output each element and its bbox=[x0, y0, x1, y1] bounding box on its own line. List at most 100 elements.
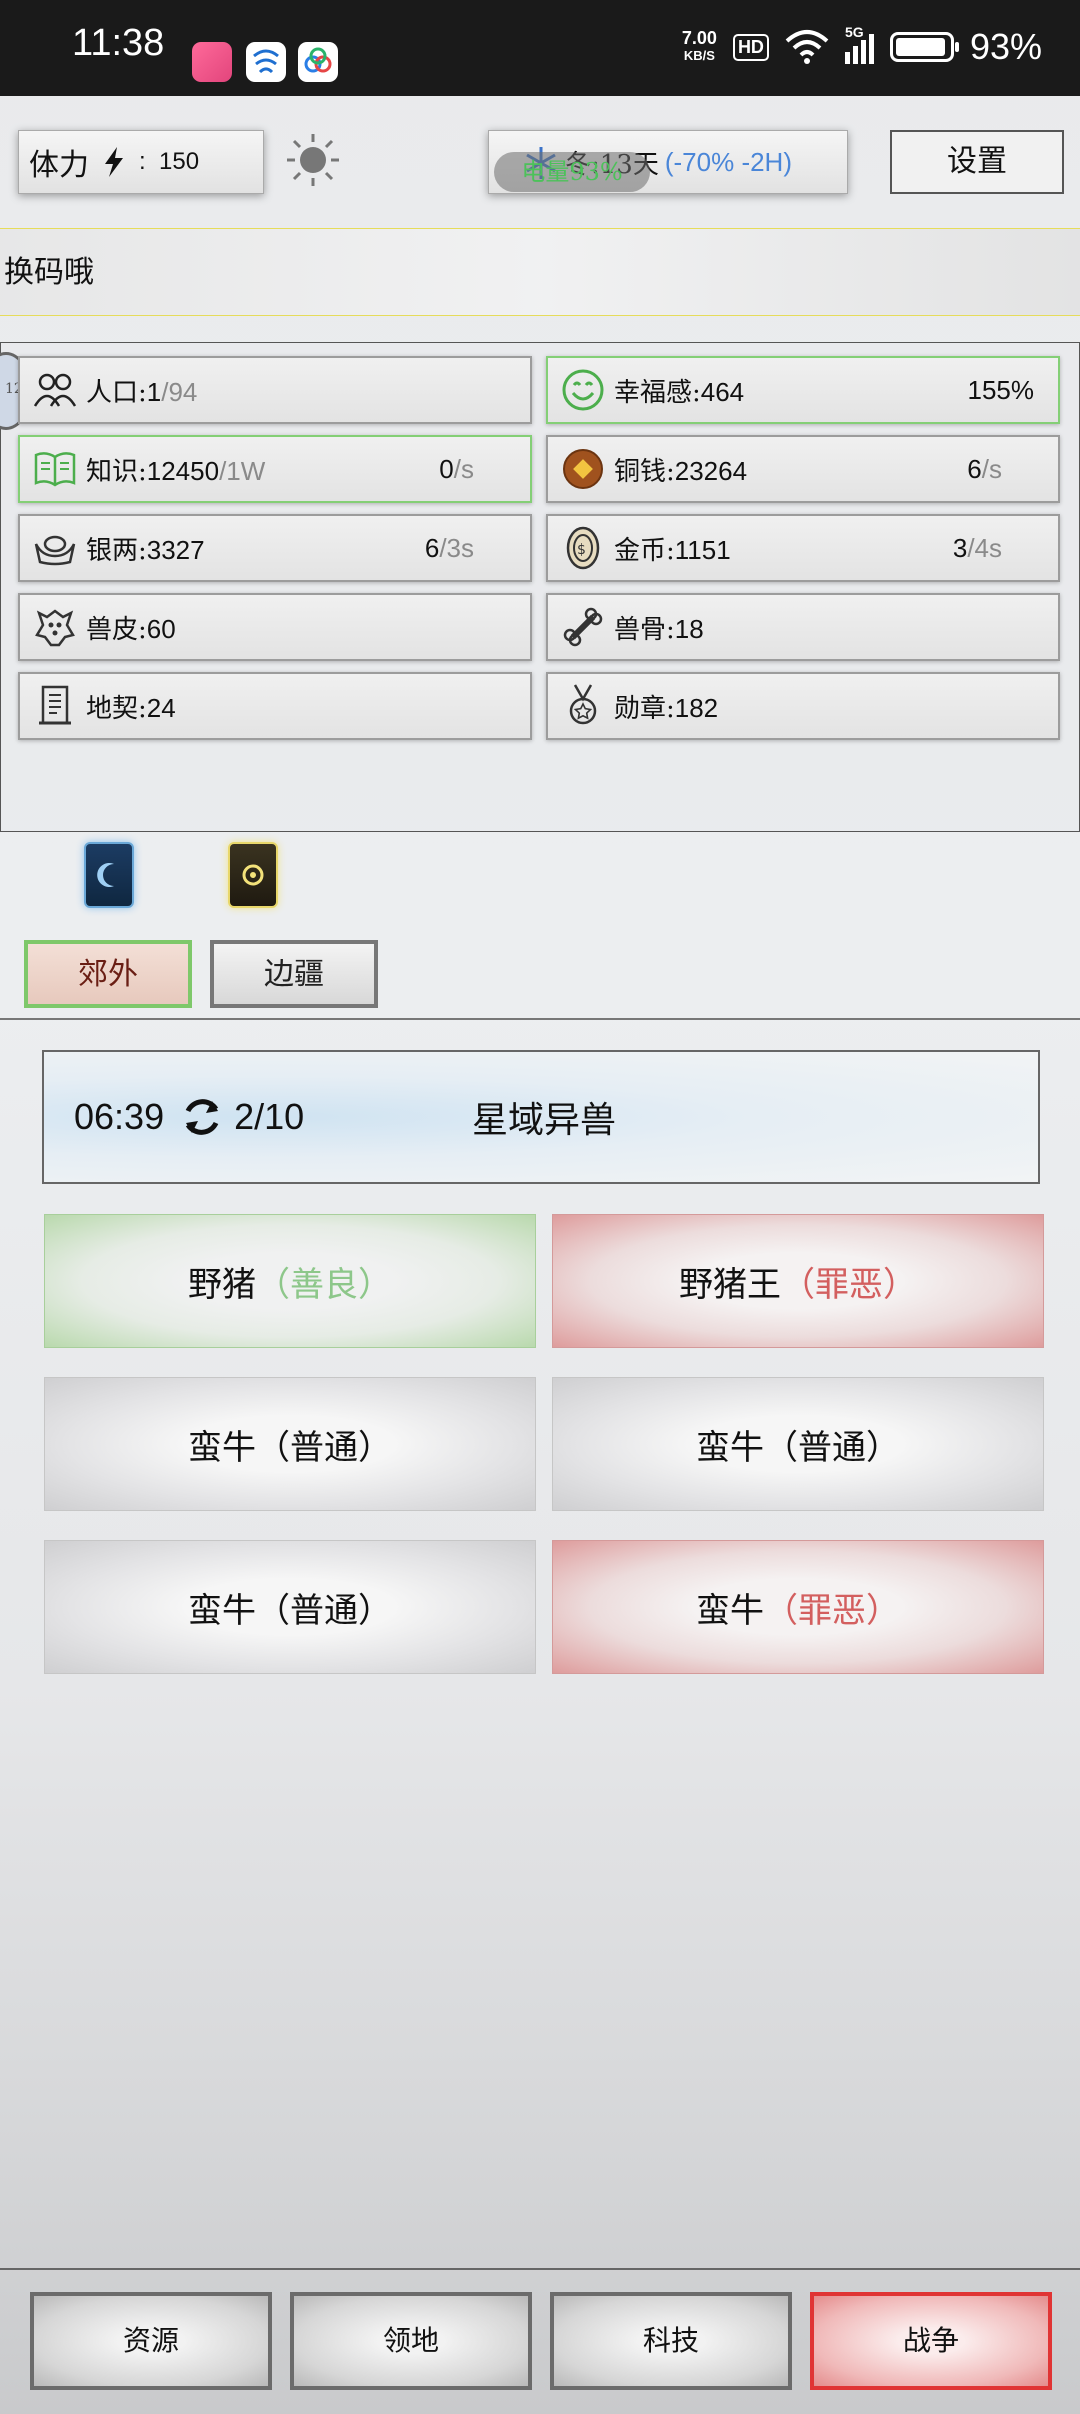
battery-percent: 93% bbox=[969, 26, 1042, 67]
moon-card-icon[interactable] bbox=[84, 842, 134, 908]
beast-name: 蛮牛 bbox=[696, 1590, 764, 1631]
stamina-box: 体力 : 150 bbox=[18, 130, 264, 194]
sun-weather-icon bbox=[287, 134, 339, 186]
resource-medal[interactable]: 勋章:182 bbox=[546, 672, 1060, 740]
beast-button[interactable]: 野猪 （善良） bbox=[44, 1214, 536, 1348]
beast-button[interactable]: 野猪王 （罪恶） bbox=[552, 1214, 1044, 1348]
resource-land-deed[interactable]: 地契:24 bbox=[18, 672, 532, 740]
resource-copper-coin[interactable]: 铜钱:23264 6/s bbox=[546, 435, 1060, 503]
beast-name: 野猪 bbox=[188, 1264, 256, 1305]
beast-alignment: （普通） bbox=[256, 1590, 392, 1631]
medal-icon bbox=[560, 683, 606, 729]
resource-knowledge-book[interactable]: 知识:12450/1W 0/s bbox=[18, 435, 532, 503]
beast-event-banner[interactable]: 06:39 2/10 星域异兽 bbox=[42, 1050, 1040, 1184]
telecom-app-icon bbox=[246, 42, 286, 82]
happiness-icon bbox=[560, 367, 606, 413]
status-bar: 11:38 7.00 KB/S HD 5G 93% bbox=[0, 0, 1080, 96]
beast-button[interactable]: 蛮牛 （罪恶） bbox=[552, 1540, 1044, 1674]
land-deed-icon bbox=[32, 683, 78, 729]
resource-beast-hide[interactable]: 兽皮:60 bbox=[18, 593, 532, 661]
refresh-icon[interactable] bbox=[176, 1091, 228, 1143]
silver-ingot-icon bbox=[32, 525, 78, 571]
gold-coin-icon: $ bbox=[560, 525, 606, 571]
resource-beast-bone[interactable]: 兽骨:18 bbox=[546, 593, 1060, 661]
nav-territory[interactable]: 领地 bbox=[290, 2292, 532, 2390]
beast-alignment: （普通） bbox=[256, 1427, 392, 1468]
wifi-icon bbox=[785, 30, 829, 64]
population-icon bbox=[32, 367, 78, 413]
resource-rate: 0/s bbox=[439, 453, 474, 484]
event-timer: 06:39 bbox=[74, 1096, 165, 1137]
hd-badge: HD bbox=[732, 33, 769, 61]
bilibili-app-icon bbox=[192, 42, 232, 82]
cloud-app-icon bbox=[298, 42, 338, 82]
nav-divider bbox=[0, 2268, 1080, 2270]
knowledge-book-icon bbox=[32, 446, 78, 492]
resource-label: 勋章:182 bbox=[614, 692, 719, 724]
resource-label: 金币:1151 bbox=[614, 534, 731, 566]
resource-gold-coin[interactable]: $ 金币:1151 3/4s bbox=[546, 514, 1060, 582]
resource-value: 12450 bbox=[146, 455, 220, 486]
beast-alignment: （罪恶） bbox=[764, 1590, 900, 1631]
resource-population[interactable]: 人口:1/94 bbox=[18, 356, 532, 424]
beast-button[interactable]: 蛮牛 （普通） bbox=[44, 1540, 536, 1674]
sun-card-icon[interactable] bbox=[228, 842, 278, 908]
beast-name: 蛮牛 bbox=[696, 1427, 764, 1468]
nav-war[interactable]: 战争 bbox=[810, 2292, 1052, 2390]
beast-button[interactable]: 蛮牛 （普通） bbox=[44, 1377, 536, 1511]
tab-outskirts[interactable]: 郊外 bbox=[24, 940, 192, 1008]
resource-rate: 3/4s bbox=[952, 532, 1002, 563]
stamina-label: 体力 bbox=[29, 148, 89, 183]
section-divider bbox=[0, 1018, 1080, 1020]
redeem-notice[interactable]: 换码哦 bbox=[0, 228, 1080, 316]
resource-value: 60 bbox=[146, 613, 176, 644]
beast-name: 野猪王 bbox=[679, 1264, 781, 1305]
event-title: 星域异兽 bbox=[472, 1100, 617, 1141]
beast-button[interactable]: 蛮牛 （普通） bbox=[552, 1377, 1044, 1511]
beast-alignment: （普通） bbox=[764, 1427, 900, 1468]
resource-percent: 155% bbox=[967, 374, 1035, 405]
nav-technology[interactable]: 科技 bbox=[550, 2292, 792, 2390]
resource-label: 知识:12450/1W bbox=[86, 455, 266, 487]
network-speed: 7.00 KB/S bbox=[681, 28, 717, 63]
resource-value: 1151 bbox=[674, 534, 731, 565]
resource-value: 3327 bbox=[146, 534, 205, 565]
resource-happiness[interactable]: 幸福感:464 155% bbox=[546, 356, 1060, 424]
resource-value: 1 bbox=[146, 376, 162, 407]
stamina-value: 150 bbox=[159, 148, 200, 175]
resource-value: 182 bbox=[674, 692, 719, 723]
beast-hide-icon bbox=[32, 604, 78, 650]
resource-silver-ingot[interactable]: 银两:3327 6/3s bbox=[18, 514, 532, 582]
nav-resources[interactable]: 资源 bbox=[30, 2292, 272, 2390]
tab-frontier[interactable]: 边疆 bbox=[210, 940, 378, 1008]
resource-label: 银两:3327 bbox=[86, 534, 205, 566]
resource-label: 人口:1/94 bbox=[86, 376, 198, 408]
signal-icon: 5G bbox=[844, 24, 874, 64]
copper-coin-icon bbox=[560, 446, 606, 492]
resource-label: 幸福感:464 bbox=[614, 376, 745, 408]
resource-label: 兽骨:18 bbox=[614, 613, 704, 645]
resource-value: 24 bbox=[146, 692, 176, 723]
battery-icon bbox=[889, 32, 959, 62]
resource-rate: 6/3s bbox=[424, 532, 474, 563]
status-time: 11:38 bbox=[72, 22, 165, 64]
resource-label: 兽皮:60 bbox=[86, 613, 176, 645]
svg-text:$: $ bbox=[577, 542, 586, 558]
resource-value: 18 bbox=[674, 613, 704, 644]
event-count: 2/10 bbox=[234, 1096, 305, 1137]
season-modifier: (-70% -2H) bbox=[664, 146, 792, 177]
energy-overlay: 电量93% bbox=[494, 152, 650, 192]
beast-name: 蛮牛 bbox=[188, 1590, 256, 1631]
lightning-icon bbox=[105, 147, 123, 177]
beast-bone-icon bbox=[560, 604, 606, 650]
resource-value: 464 bbox=[700, 376, 745, 407]
beast-alignment: （善良） bbox=[256, 1264, 392, 1305]
resource-label: 铜钱:23264 bbox=[614, 455, 748, 487]
beast-name: 蛮牛 bbox=[188, 1427, 256, 1468]
resource-label: 地契:24 bbox=[86, 692, 176, 724]
beast-alignment: （罪恶） bbox=[781, 1264, 917, 1305]
resource-value: 23264 bbox=[674, 455, 748, 486]
status-indicators: 7.00 KB/S HD 5G 93% bbox=[681, 24, 1042, 68]
resource-rate: 6/s bbox=[967, 453, 1002, 484]
settings-button[interactable]: 设置 bbox=[890, 130, 1064, 194]
